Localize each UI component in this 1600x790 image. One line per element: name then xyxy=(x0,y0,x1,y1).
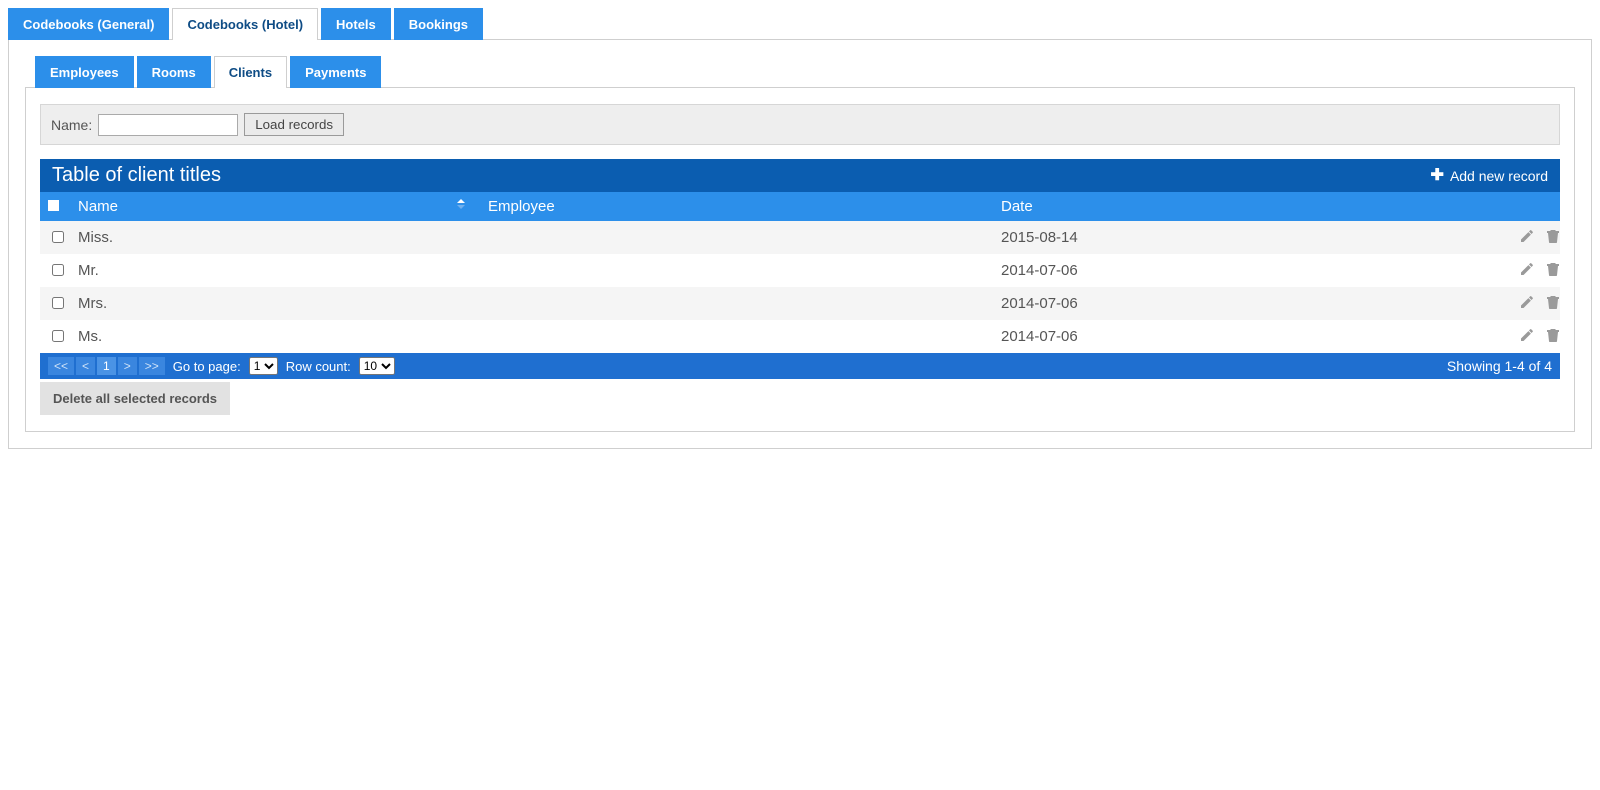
header-name-label: Name xyxy=(78,198,118,215)
pager-next-button[interactable]: > xyxy=(118,357,137,375)
add-record-button[interactable]: ✚ Add new record xyxy=(1431,168,1548,184)
row-checkbox[interactable] xyxy=(52,297,64,309)
cell-date: 2014-07-06 xyxy=(993,320,1506,353)
edit-icon[interactable] xyxy=(1518,293,1536,311)
cell-employee xyxy=(480,287,993,320)
edit-icon[interactable] xyxy=(1518,260,1536,278)
cell-name: Ms. xyxy=(70,320,480,353)
pager-buttons: << < 1 > >> xyxy=(48,357,165,375)
cell-employee xyxy=(480,254,993,287)
table-wrap: Table of client titles ✚ Add new record xyxy=(40,159,1560,379)
pager: << < 1 > >> Go to page: 1 Row count: 10 … xyxy=(40,353,1560,379)
cell-name: Miss. xyxy=(70,221,480,254)
delete-all-button[interactable]: Delete all selected records xyxy=(40,382,230,415)
table-row: Ms. 2014-07-06 xyxy=(40,320,1560,353)
pager-status: Showing 1-4 of 4 xyxy=(1447,358,1552,374)
delete-icon[interactable] xyxy=(1544,326,1562,344)
header-date[interactable]: Date xyxy=(993,192,1506,221)
table-header: Table of client titles ✚ Add new record xyxy=(40,159,1560,192)
inner-panel: Name: Load records Table of client title… xyxy=(25,87,1575,432)
row-checkbox[interactable] xyxy=(52,264,64,276)
cell-employee xyxy=(480,221,993,254)
rowcount-select[interactable]: 10 xyxy=(359,357,395,375)
cell-name: Mr. xyxy=(70,254,480,287)
sort-asc-icon xyxy=(456,198,466,210)
pager-first-button[interactable]: << xyxy=(48,357,74,375)
sub-tabs: Employees Rooms Clients Payments xyxy=(35,56,1575,88)
tab-payments[interactable]: Payments xyxy=(290,56,381,88)
header-name[interactable]: Name xyxy=(70,192,480,221)
pager-page-1[interactable]: 1 xyxy=(97,357,116,375)
header-employee[interactable]: Employee xyxy=(480,192,993,221)
filter-name-input[interactable] xyxy=(98,114,238,136)
table-row: Mr. 2014-07-06 xyxy=(40,254,1560,287)
data-table: Name Employee Date Miss. 2015-08-14 xyxy=(40,192,1560,353)
pager-prev-button[interactable]: < xyxy=(76,357,95,375)
edit-icon[interactable] xyxy=(1518,326,1536,344)
goto-page-select[interactable]: 1 xyxy=(249,357,278,375)
delete-icon[interactable] xyxy=(1544,293,1562,311)
tab-codebooks-hotel[interactable]: Codebooks (Hotel) xyxy=(172,8,318,40)
tab-employees[interactable]: Employees xyxy=(35,56,134,88)
select-all-checkbox[interactable] xyxy=(48,200,59,211)
main-tabs: Codebooks (General) Codebooks (Hotel) Ho… xyxy=(8,8,1592,40)
goto-label: Go to page: xyxy=(173,359,241,374)
filter-name-label: Name: xyxy=(51,117,92,133)
tab-rooms[interactable]: Rooms xyxy=(137,56,211,88)
edit-icon[interactable] xyxy=(1518,227,1536,245)
cell-name: Mrs. xyxy=(70,287,480,320)
header-checkbox-cell xyxy=(40,192,70,221)
tab-bookings[interactable]: Bookings xyxy=(394,8,483,40)
header-actions xyxy=(1506,192,1560,221)
pager-last-button[interactable]: >> xyxy=(139,357,165,375)
row-checkbox[interactable] xyxy=(52,231,64,243)
plus-icon: ✚ xyxy=(1431,169,1444,183)
cell-employee xyxy=(480,320,993,353)
delete-icon[interactable] xyxy=(1544,260,1562,278)
rowcount-label: Row count: xyxy=(286,359,351,374)
load-records-button[interactable]: Load records xyxy=(244,113,344,136)
cell-date: 2014-07-06 xyxy=(993,287,1506,320)
cell-date: 2014-07-06 xyxy=(993,254,1506,287)
tab-codebooks-general[interactable]: Codebooks (General) xyxy=(8,8,169,40)
table-row: Mrs. 2014-07-06 xyxy=(40,287,1560,320)
filter-bar: Name: Load records xyxy=(40,104,1560,145)
add-record-label: Add new record xyxy=(1450,168,1548,184)
cell-date: 2015-08-14 xyxy=(993,221,1506,254)
tab-clients[interactable]: Clients xyxy=(214,56,287,88)
tab-hotels[interactable]: Hotels xyxy=(321,8,391,40)
table-row: Miss. 2015-08-14 xyxy=(40,221,1560,254)
row-checkbox[interactable] xyxy=(52,330,64,342)
delete-icon[interactable] xyxy=(1544,227,1562,245)
table-title-text: Table of client titles xyxy=(52,164,221,187)
outer-panel: Employees Rooms Clients Payments Name: L… xyxy=(8,39,1592,449)
